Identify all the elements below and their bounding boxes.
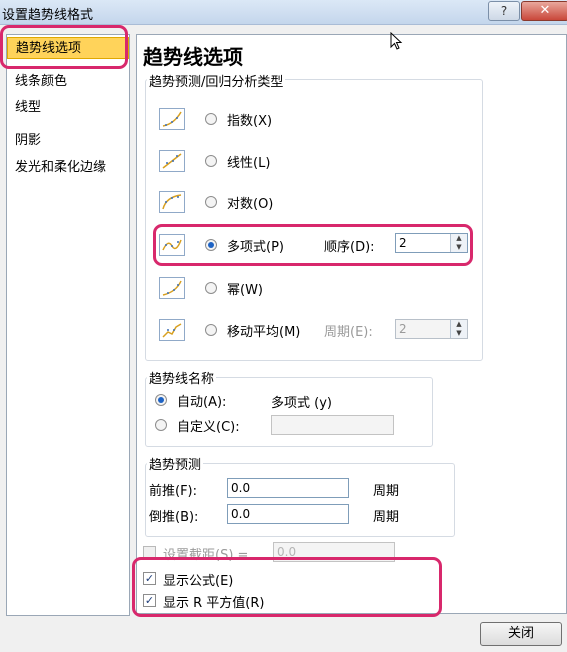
sidebar-highlight xyxy=(0,25,128,69)
mouse-cursor-icon xyxy=(390,32,403,50)
moving-average-radio[interactable] xyxy=(205,324,217,336)
period-spin-buttons[interactable]: ▲ ▼ xyxy=(450,320,467,338)
linear-radio[interactable] xyxy=(205,155,217,167)
period-spinner[interactable]: 2 ▲ ▼ xyxy=(395,319,468,339)
linear-trend-icon xyxy=(159,150,185,172)
panel-heading: 趋势线选项 xyxy=(143,45,243,69)
sidebar-item-line-style[interactable]: 线型 xyxy=(7,97,129,119)
polynomial-row-highlight xyxy=(153,224,473,266)
close-button[interactable]: 关闭 xyxy=(480,622,562,646)
moving-average-label: 移动平均(M) xyxy=(227,325,301,340)
sidebar-item-glow-soft-edges[interactable]: 发光和柔化边缘 xyxy=(7,157,129,179)
custom-name-radio[interactable] xyxy=(155,419,167,431)
sidebar-item-shadow[interactable]: 阴影 xyxy=(7,130,129,152)
window-title: 设置趋势线格式 xyxy=(2,8,94,23)
exponential-label: 指数(X) xyxy=(227,114,273,129)
forecast-group-label: 趋势预测 xyxy=(147,454,204,473)
backward-unit: 周期 xyxy=(373,510,400,525)
forward-field[interactable]: 0.0 xyxy=(227,478,349,498)
forecast-group xyxy=(145,463,455,537)
exponential-radio[interactable] xyxy=(205,113,217,125)
linear-label: 线性(L) xyxy=(227,156,271,171)
backward-field[interactable]: 0.0 xyxy=(227,504,349,524)
sidebar-item-line-color[interactable]: 线条颜色 xyxy=(7,71,129,93)
moving-average-trend-icon xyxy=(159,319,185,341)
category-sidebar: 趋势线选项 线条颜色 线型 阴影 发光和柔化边缘 xyxy=(6,34,130,616)
power-trend-icon xyxy=(159,277,185,299)
help-button[interactable]: ? xyxy=(488,1,520,21)
trendline-name-group-label: 趋势线名称 xyxy=(147,368,217,387)
display-options-highlight xyxy=(132,557,442,617)
custom-name-field[interactable] xyxy=(271,415,394,435)
window-close-button[interactable]: ✕ xyxy=(521,1,567,21)
logarithmic-label: 对数(O) xyxy=(227,197,274,212)
custom-name-label: 自定义(C): xyxy=(177,420,240,435)
forward-unit: 周期 xyxy=(373,484,400,499)
power-label: 幂(W) xyxy=(227,283,263,298)
title-bar: 设置趋势线格式 ? ✕ xyxy=(0,0,567,25)
power-radio[interactable] xyxy=(205,282,217,294)
backward-label: 倒推(B): xyxy=(149,510,199,525)
logarithmic-radio[interactable] xyxy=(205,196,217,208)
auto-name-value: 多项式 (y) xyxy=(271,396,332,411)
logarithmic-trend-icon xyxy=(159,191,185,213)
forward-label: 前推(F): xyxy=(149,484,198,499)
period-label: 周期(E): xyxy=(324,325,373,340)
exponential-trend-icon xyxy=(159,108,185,130)
options-panel: 趋势线选项 趋势预测/回归分析类型 指数(X) 线性(L) 对数(O) 多项式(… xyxy=(136,34,567,614)
auto-name-label: 自动(A): xyxy=(177,395,227,410)
trend-type-group-label: 趋势预测/回归分析类型 xyxy=(147,71,286,90)
auto-name-radio[interactable] xyxy=(155,394,167,406)
trendline-name-group xyxy=(145,377,433,447)
period-value: 2 xyxy=(399,322,407,336)
